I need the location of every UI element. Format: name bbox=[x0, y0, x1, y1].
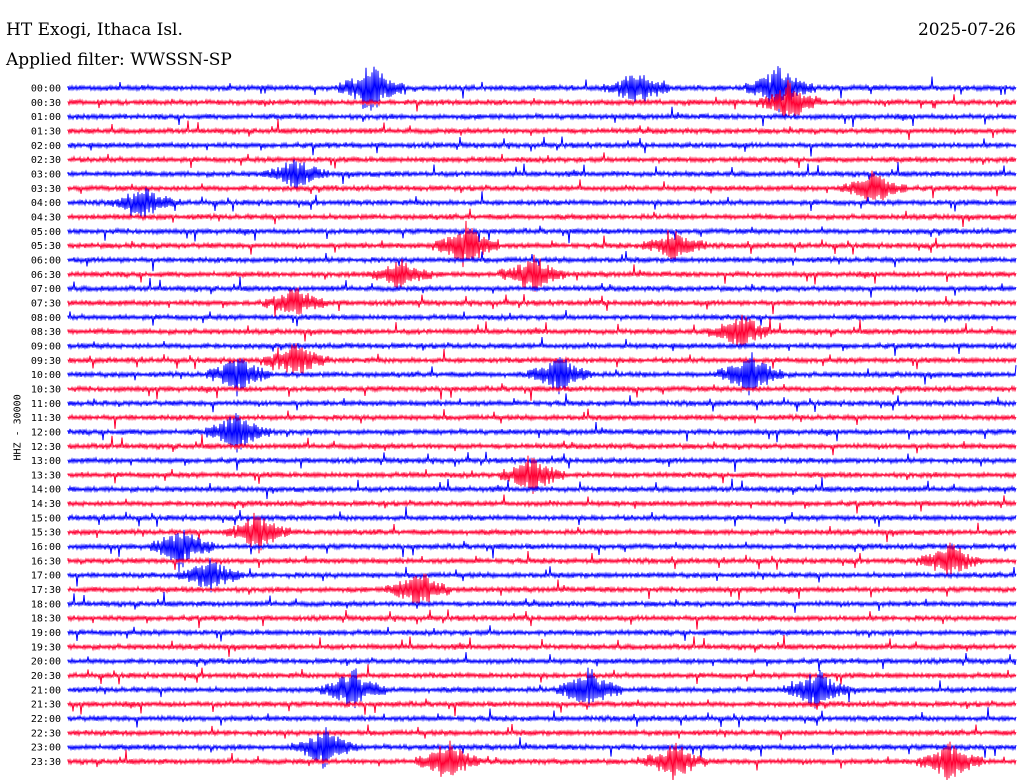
seismic-trace bbox=[67, 698, 1017, 717]
seismic-trace bbox=[67, 408, 1017, 429]
y-axis-label: HHZ - 30000 bbox=[12, 394, 24, 461]
seismic-trace bbox=[67, 723, 1017, 741]
row-time-label: 11:30 bbox=[31, 413, 61, 424]
row-time-label: 07:30 bbox=[31, 298, 61, 309]
station-title: HT Exogi, Ithaca Isl. bbox=[6, 20, 183, 40]
row-time-label: 02:30 bbox=[31, 155, 61, 166]
row-time-label: 16:00 bbox=[31, 542, 61, 553]
seismic-trace bbox=[67, 506, 1017, 527]
seismic-trace bbox=[67, 477, 1017, 500]
helicorder-plot: 00:00 00:30 01:00 01:30 02:00 02:30 03:00 03:30… bbox=[31, 66, 1017, 780]
row-time-label: 19:30 bbox=[31, 642, 61, 653]
row-time-label: 21:00 bbox=[31, 685, 61, 696]
row-time-label: 07:00 bbox=[31, 284, 61, 295]
seismic-trace bbox=[67, 119, 1017, 140]
seismic-trace bbox=[67, 434, 1017, 456]
row-time-label: 09:30 bbox=[31, 356, 61, 367]
row-time-label: 04:30 bbox=[31, 212, 61, 223]
seismic-trace bbox=[67, 225, 1017, 244]
row-time-label: 04:00 bbox=[31, 198, 61, 209]
row-time-label: 00:30 bbox=[31, 98, 61, 109]
row-time-label: 08:00 bbox=[31, 313, 61, 324]
row-time-label: 17:30 bbox=[31, 585, 61, 596]
seismic-trace bbox=[67, 652, 1017, 672]
row-time-label: 15:30 bbox=[31, 528, 61, 539]
row-time-label: 13:00 bbox=[31, 456, 61, 467]
row-time-label: 23:30 bbox=[31, 757, 61, 768]
seismic-trace bbox=[67, 208, 1017, 227]
row-time-label: 14:00 bbox=[31, 485, 61, 496]
seismic-trace bbox=[67, 276, 1017, 298]
row-time-label: 12:30 bbox=[31, 442, 61, 453]
seismic-trace bbox=[67, 591, 1017, 613]
row-time-label: 02:00 bbox=[31, 141, 61, 152]
seismic-trace bbox=[67, 451, 1017, 472]
seismic-trace bbox=[67, 152, 1017, 169]
row-time-label: 05:00 bbox=[31, 227, 61, 238]
seismic-trace bbox=[67, 66, 1017, 113]
row-time-label: 21:30 bbox=[31, 700, 61, 711]
row-time-label: 22:30 bbox=[31, 728, 61, 739]
plot-date: 2025-07-26 bbox=[917, 20, 1016, 40]
seismic-trace bbox=[67, 251, 1017, 272]
row-time-label: 09:00 bbox=[31, 341, 61, 352]
row-time-label: 18:30 bbox=[31, 614, 61, 625]
row-time-label: 16:30 bbox=[31, 556, 61, 567]
seismic-trace bbox=[67, 336, 1017, 356]
row-time-label: 05:30 bbox=[31, 241, 61, 252]
row-time-label: 23:00 bbox=[31, 743, 61, 754]
row-time-label: 13:30 bbox=[31, 470, 61, 481]
seismic-trace bbox=[67, 634, 1017, 657]
row-time-label: 11:00 bbox=[31, 399, 61, 410]
row-time-label: 17:00 bbox=[31, 571, 61, 582]
seismic-trace bbox=[67, 106, 1017, 127]
row-time-label: 08:30 bbox=[31, 327, 61, 338]
row-time-label: 18:00 bbox=[31, 599, 61, 610]
seismic-trace bbox=[67, 707, 1017, 728]
row-time-label: 03:30 bbox=[31, 184, 61, 195]
row-time-label: 22:00 bbox=[31, 714, 61, 725]
seismic-trace bbox=[67, 625, 1017, 642]
row-time-label: 20:00 bbox=[31, 657, 61, 668]
seismic-trace bbox=[67, 494, 1017, 514]
row-time-label: 01:00 bbox=[31, 112, 61, 123]
row-time-label: 19:00 bbox=[31, 628, 61, 639]
row-time-label: 03:00 bbox=[31, 169, 61, 180]
row-time-label: 15:00 bbox=[31, 513, 61, 524]
seismic-trace bbox=[67, 383, 1017, 401]
seismic-trace bbox=[67, 393, 1017, 413]
row-time-label: 00:00 bbox=[31, 84, 61, 95]
seismic-trace bbox=[67, 136, 1017, 157]
filter-label: Applied filter: WWSSN-SP bbox=[6, 50, 232, 70]
row-time-label: 10:00 bbox=[31, 370, 61, 381]
row-time-label: 14:30 bbox=[31, 499, 61, 510]
seismic-trace bbox=[67, 664, 1017, 685]
row-time-label: 20:30 bbox=[31, 671, 61, 682]
row-time-label: 06:30 bbox=[31, 270, 61, 281]
seismic-trace bbox=[67, 609, 1017, 630]
row-time-label: 06:00 bbox=[31, 255, 61, 266]
row-time-label: 10:30 bbox=[31, 384, 61, 395]
seismic-trace bbox=[67, 309, 1017, 327]
row-time-label: 12:00 bbox=[31, 427, 61, 438]
row-time-label: 01:30 bbox=[31, 126, 61, 137]
